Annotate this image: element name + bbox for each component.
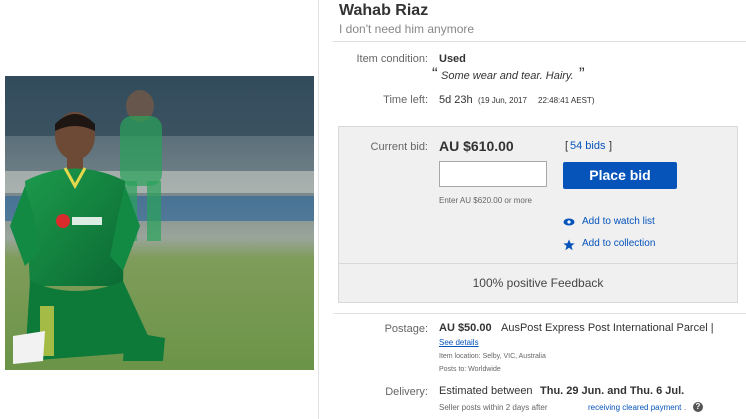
add-to-watch-list-link[interactable]: Add to watch list	[582, 216, 655, 227]
seller-posts-text: Seller posts within 2 days after	[439, 403, 548, 412]
seller-posts-suffix: .	[684, 403, 687, 412]
postage-service: AusPost Express Post International Parce…	[501, 322, 714, 334]
cleared-payment-link[interactable]: receiving cleared payment	[588, 403, 681, 412]
bids-count-link[interactable]: 54 bids	[570, 140, 605, 152]
bids-bracket-open: [	[565, 140, 569, 152]
delivery-label: Delivery:	[385, 386, 428, 398]
see-details-link[interactable]: See details	[439, 338, 479, 347]
place-bid-button[interactable]: Place bid	[563, 162, 677, 189]
item-location: Item location: Selby, VIC, Australia	[439, 353, 546, 360]
item-subtitle: I don't need him anymore	[339, 22, 475, 36]
bid-amount-input[interactable]	[439, 161, 547, 187]
close-quote: ”	[579, 64, 585, 83]
time-left-date: (19 Jun, 2017	[478, 96, 527, 105]
current-bid-amount: AU $610.00	[439, 138, 514, 154]
item-photo[interactable]	[5, 76, 314, 370]
bids-bracket-close: ]	[609, 140, 613, 152]
delivery-prefix: Estimated between	[439, 385, 533, 397]
condition-note: Some wear and tear. Hairy.	[441, 70, 574, 82]
listing-page: Wahab Riaz I don't need him anymore Item…	[0, 0, 746, 419]
item-photo-graphic	[5, 76, 314, 370]
posts-to: Posts to: Worldwide	[439, 366, 501, 373]
star-icon	[563, 239, 575, 251]
postage-amount: AU $50.00	[439, 322, 492, 334]
time-left-value: 5d 23h	[439, 94, 473, 106]
bid-panel-divider	[338, 263, 738, 264]
condition-label: Item condition:	[356, 53, 428, 65]
item-title: Wahab Riaz	[339, 2, 429, 19]
seller-feedback: 100% positive Feedback	[472, 276, 604, 290]
delivery-range: Thu. 29 Jun. and Thu. 6 Jul.	[540, 385, 685, 397]
open-quote: “	[432, 64, 438, 83]
shipping-divider	[333, 313, 746, 314]
postage-label: Postage:	[384, 323, 428, 335]
bid-hint: Enter AU $620.00 or more	[439, 196, 532, 205]
title-divider	[333, 41, 746, 42]
help-icon[interactable]: ?	[693, 402, 703, 412]
time-left-label: Time left:	[383, 94, 428, 106]
eye-icon	[563, 218, 575, 226]
time-left-clock: 22:48:41 AEST)	[538, 96, 595, 105]
add-to-collection-link[interactable]: Add to collection	[582, 238, 655, 249]
current-bid-label: Current bid:	[370, 141, 428, 153]
condition-value: Used	[439, 53, 466, 65]
